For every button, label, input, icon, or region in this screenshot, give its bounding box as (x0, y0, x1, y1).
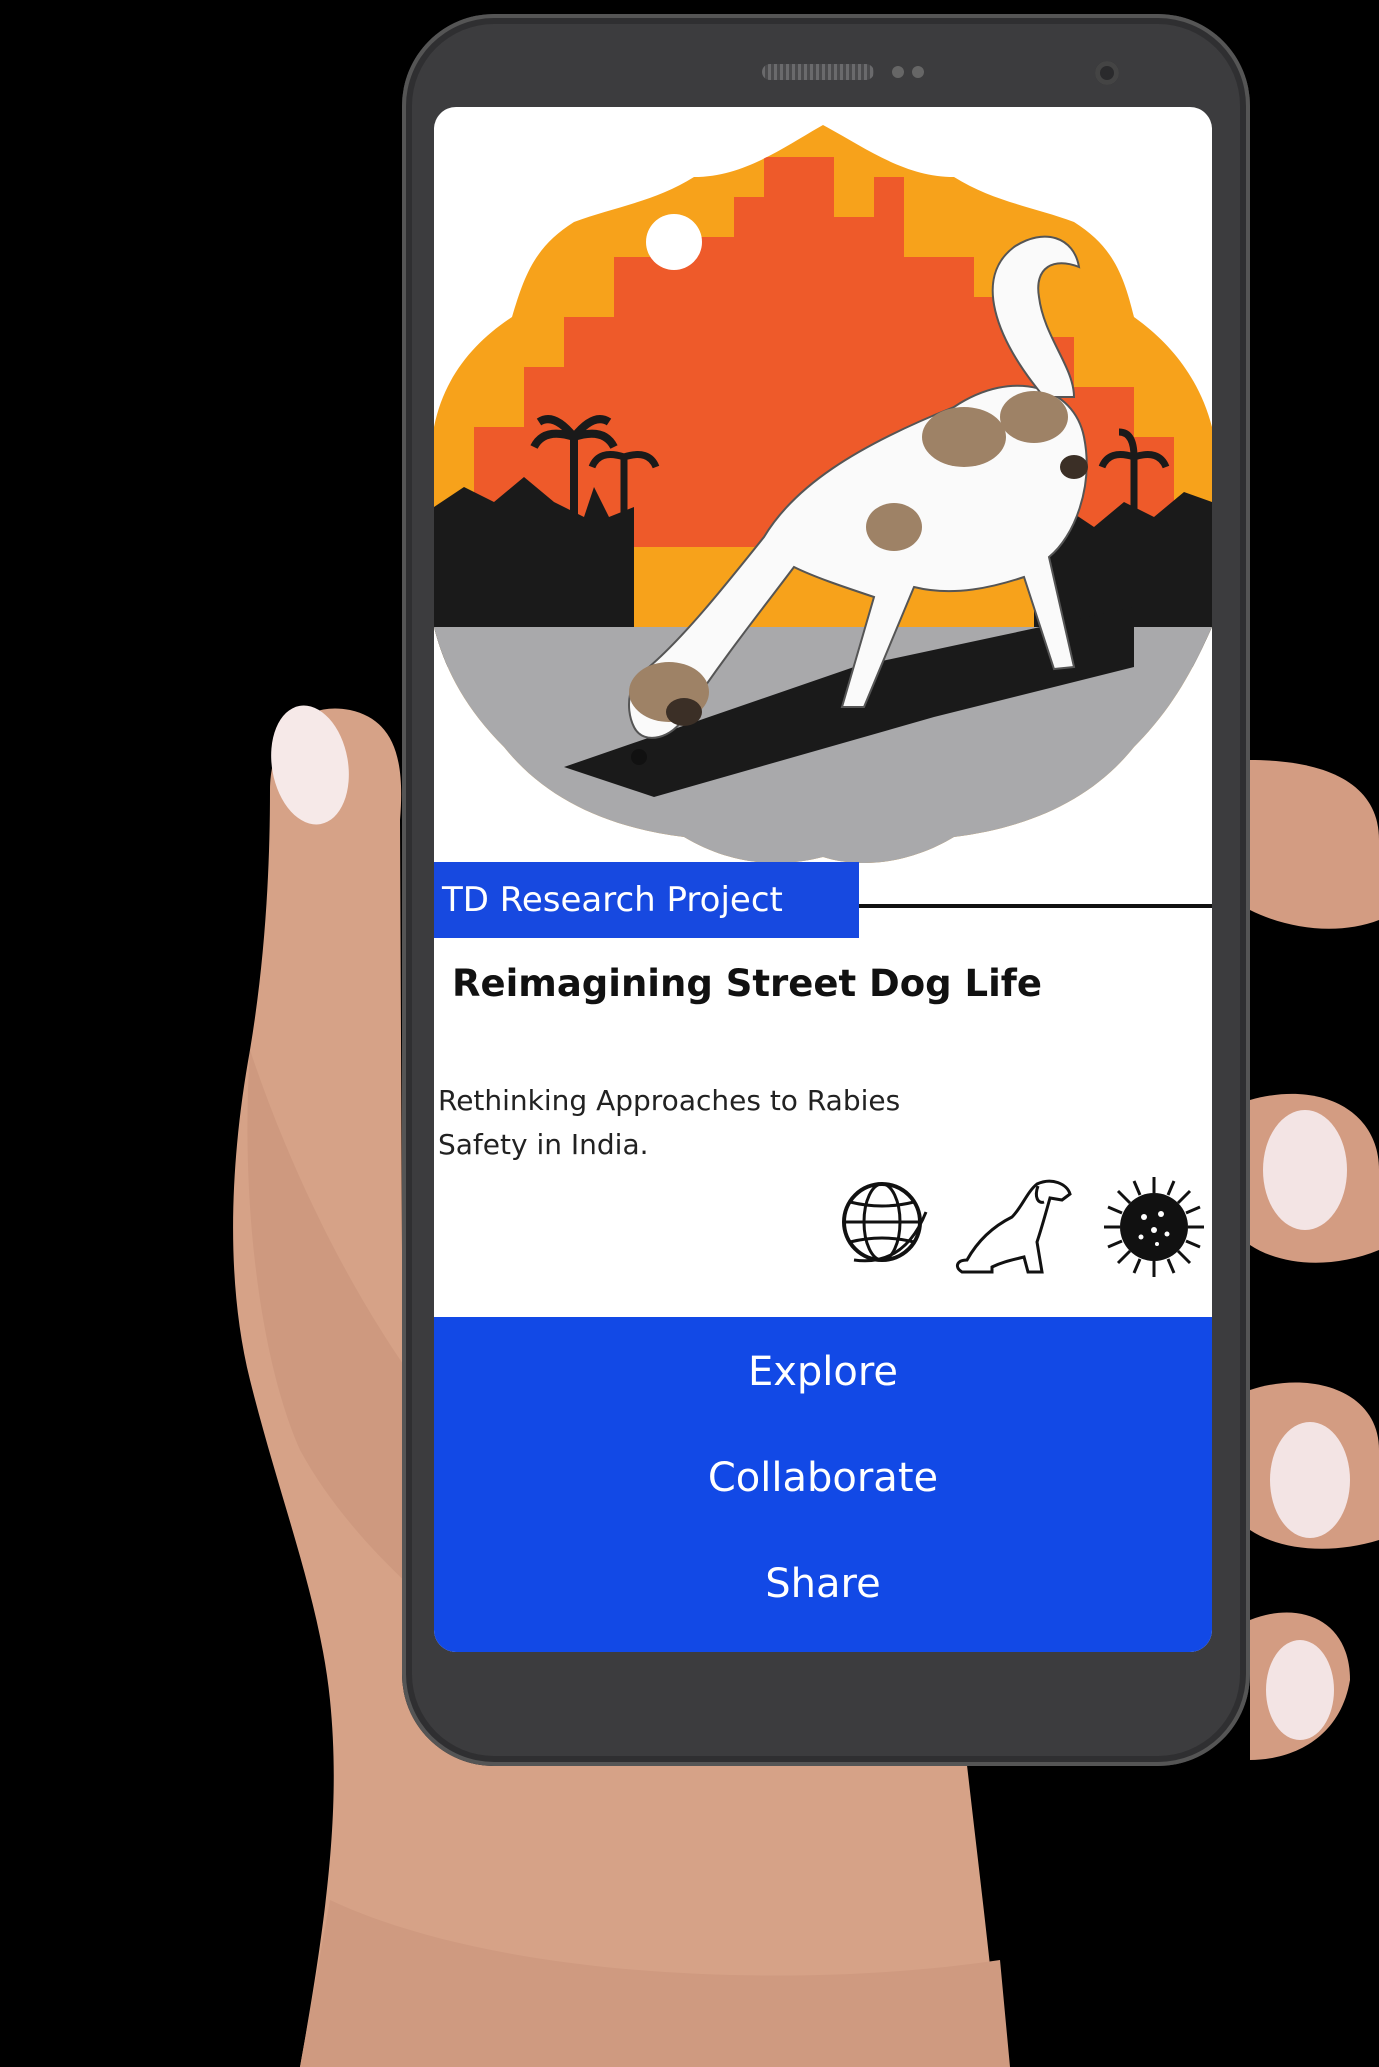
street-dog-illustration (434, 125, 1212, 863)
dog-icon (955, 1179, 1072, 1274)
project-tag: TD Research Project (434, 862, 859, 938)
speaker-grille (762, 64, 874, 80)
sensor-dot (892, 66, 904, 78)
action-menu: Explore Collaborate Share (434, 1317, 1212, 1652)
page-title: Reimagining Street Dog Life (452, 962, 1042, 1005)
menu-item-explore[interactable]: Explore (434, 1349, 1212, 1395)
divider-line (859, 904, 1212, 908)
app-screen: TD Research Project Reimagining Street D… (434, 107, 1212, 1652)
virus-icon (1104, 1177, 1204, 1277)
menu-item-share[interactable]: Share (434, 1561, 1212, 1607)
page-description: Rethinking Approaches to Rabies Safety i… (438, 1084, 901, 1161)
sensor-dot (912, 66, 924, 78)
menu-item-collaborate[interactable]: Collaborate (434, 1455, 1212, 1501)
globe-icon (842, 1182, 928, 1263)
front-camera (1095, 61, 1119, 85)
topic-icons (834, 1172, 1212, 1302)
